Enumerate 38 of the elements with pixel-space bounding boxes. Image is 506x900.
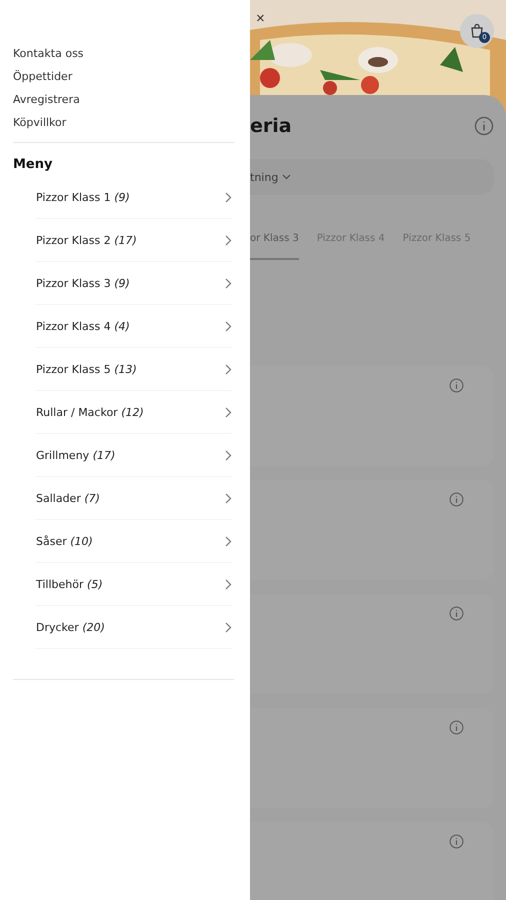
chevron-right-icon xyxy=(225,492,232,504)
chevron-right-icon xyxy=(225,278,232,288)
category-item[interactable]: Såser (10) xyxy=(36,520,232,563)
menu-link[interactable]: Köpvillkor xyxy=(13,111,237,134)
chevron-right-icon xyxy=(225,320,232,332)
info-icon[interactable] xyxy=(449,606,464,621)
category-item[interactable]: Pizzor Klass 1 (9) xyxy=(36,176,232,219)
shopping-bag-icon xyxy=(469,23,485,39)
dropdown-field[interactable]: tning xyxy=(250,159,494,195)
category-item[interactable]: Sallader (7) xyxy=(36,477,232,520)
category-item[interactable]: Pizzor Klass 2 (17) xyxy=(36,219,232,262)
category-item[interactable]: Drycker (20) xyxy=(36,606,232,649)
chevron-right-icon xyxy=(225,536,232,546)
category-item[interactable]: Pizzor Klass 4 (4) xyxy=(36,305,232,348)
chevron-right-icon xyxy=(225,192,232,202)
category-item[interactable]: Pizzor Klass 5 (13) xyxy=(36,348,232,391)
close-button[interactable]: × xyxy=(252,10,269,27)
info-icon[interactable] xyxy=(449,720,464,735)
chevron-right-icon xyxy=(225,578,232,590)
restaurant-title: eria xyxy=(250,115,292,137)
category-item[interactable]: Pizzor Klass 3 (9) xyxy=(36,262,232,305)
info-icon[interactable] xyxy=(449,834,464,849)
menu-link[interactable]: Avregistrera xyxy=(13,88,237,111)
chevron-right-icon xyxy=(225,450,232,460)
info-icon[interactable] xyxy=(449,378,464,393)
info-icon[interactable] xyxy=(474,116,494,136)
category-item[interactable]: Tillbehör (5) xyxy=(36,563,232,606)
category-item[interactable]: Rullar / Mackor (12) xyxy=(36,391,232,434)
menu-link[interactable]: Öppettider xyxy=(13,65,237,88)
category-item[interactable]: Grillmeny (17) xyxy=(36,434,232,477)
chevron-right-icon xyxy=(225,364,232,374)
info-icon[interactable] xyxy=(449,492,464,507)
menu-heading: Meny xyxy=(13,157,54,172)
chevron-down-icon xyxy=(282,174,292,180)
menu-link[interactable]: Kontakta oss xyxy=(13,42,237,65)
chevron-right-icon xyxy=(225,622,232,632)
chevron-right-icon xyxy=(225,234,232,246)
chevron-right-icon xyxy=(225,406,232,418)
